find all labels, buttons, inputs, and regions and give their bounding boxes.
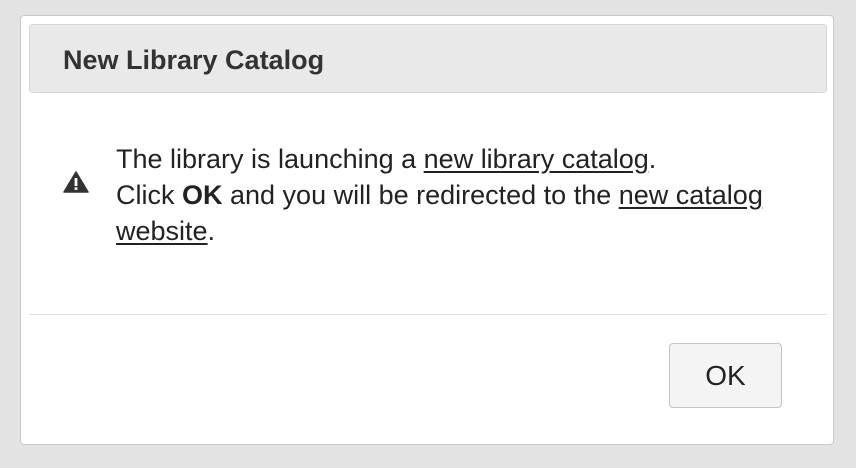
ok-button[interactable]: OK: [669, 343, 782, 408]
message-ok-emphasis: OK: [182, 180, 223, 210]
dialog-message: The library is launching a new library c…: [116, 141, 806, 249]
message-text: Click: [116, 180, 182, 210]
dialog-titlebar[interactable]: New Library Catalog: [29, 24, 827, 93]
warning-triangle-icon: [63, 171, 89, 193]
message-text: .: [648, 144, 657, 174]
message-text: and you will be redirected to the: [222, 180, 619, 210]
new-library-catalog-link[interactable]: new library catalog: [424, 144, 649, 174]
new-catalog-dialog: New Library Catalog The library is launc…: [20, 15, 834, 445]
message-text: The library is launching a: [116, 144, 424, 174]
message-text: .: [207, 216, 216, 246]
footer-divider: [29, 314, 827, 315]
dialog-title: New Library Catalog: [63, 45, 325, 75]
